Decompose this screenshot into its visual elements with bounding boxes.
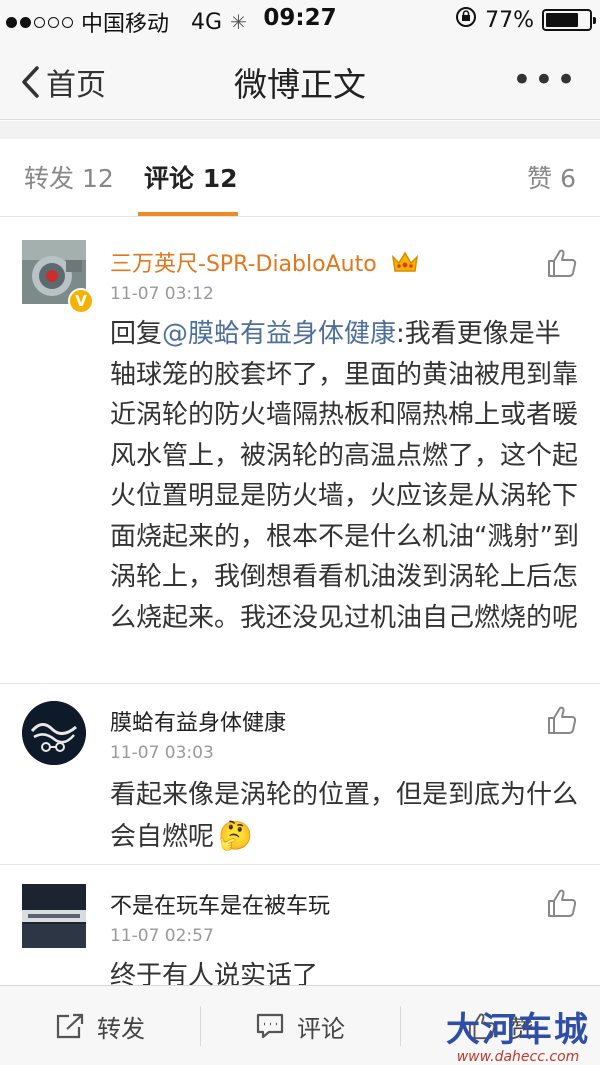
comment-time: 11-07 02:57 bbox=[110, 926, 214, 946]
status-right: 77% bbox=[455, 6, 596, 34]
thumbs-up-icon[interactable] bbox=[546, 705, 578, 735]
comment-username[interactable]: 不是在玩车是在被车玩 bbox=[110, 888, 330, 920]
comment-text: :我看更像是半轴球笼的胶套坏了，里面的黄油被甩到靠近涡轮的防火墙隔热板和隔热棉上… bbox=[110, 319, 579, 633]
comment-body: 看起来像是涡轮的位置，但是到底为什么会自燃呢 🤔 bbox=[110, 775, 580, 857]
crown-icon bbox=[390, 249, 420, 281]
comment-username[interactable]: 膜蛤有益身体健康 bbox=[110, 705, 286, 737]
verified-badge: V bbox=[68, 288, 94, 314]
thumbs-up-icon[interactable] bbox=[546, 248, 578, 278]
avatar[interactable] bbox=[22, 701, 86, 765]
comment-body: 终于有人说实话了 bbox=[110, 961, 319, 986]
avatar[interactable] bbox=[22, 884, 86, 948]
watermark-title: 大河车城 bbox=[446, 1010, 590, 1050]
status-bar: 中国移动 4G ✳ 09:27 77% bbox=[0, 0, 600, 40]
active-tab-indicator bbox=[138, 212, 238, 216]
share-icon bbox=[56, 1013, 84, 1039]
reply-prefix: 回复 bbox=[110, 319, 163, 349]
orientation-lock-icon bbox=[455, 6, 477, 34]
comment-time: 11-07 03:03 bbox=[110, 743, 214, 763]
comment-button[interactable]: 评论 bbox=[200, 986, 400, 1065]
watermark: 大河车城 www.dahecc.com bbox=[446, 1002, 590, 1065]
comment-item: 不是在玩车是在被车玩 11-07 02:57 终于有人说实话了 bbox=[0, 866, 600, 986]
repost-label: 转发 bbox=[97, 1014, 145, 1043]
section-divider bbox=[0, 121, 600, 139]
battery-percent: 77% bbox=[485, 7, 534, 33]
comment-text: 看起来像是涡轮的位置，但是到底为什么会自燃呢 bbox=[110, 780, 579, 852]
comment-icon bbox=[256, 1013, 284, 1039]
nav-bar: 首页 微博正文 ••• bbox=[0, 40, 600, 120]
username-text: 三万英尺-SPR-DiabloAuto bbox=[110, 252, 377, 277]
thinking-emoji-icon: 🤔 bbox=[218, 818, 253, 852]
page-title: 微博正文 bbox=[234, 65, 366, 104]
comment-item: V 三万英尺-SPR-DiabloAuto 11-07 03:12 回复@膜蛤有… bbox=[0, 218, 600, 684]
watermark-url: www.dahecc.com bbox=[456, 1049, 580, 1065]
comment-username[interactable]: 三万英尺-SPR-DiabloAuto bbox=[110, 246, 420, 281]
mention-link[interactable]: @膜蛤有益身体健康 bbox=[162, 319, 396, 349]
tab-repost[interactable]: 转发 12 bbox=[24, 159, 114, 195]
more-button[interactable]: ••• bbox=[512, 60, 578, 100]
thumbs-up-icon[interactable] bbox=[546, 888, 578, 918]
tab-likes[interactable]: 赞 6 bbox=[527, 159, 576, 195]
comment-body: 回复@膜蛤有益身体健康:我看更像是半轴球笼的胶套坏了，里面的黄油被甩到靠近涡轮的… bbox=[110, 314, 580, 638]
tab-comments[interactable]: 评论 12 bbox=[144, 159, 238, 195]
comment-time: 11-07 03:12 bbox=[110, 284, 214, 304]
battery-icon bbox=[542, 9, 596, 31]
detail-tabs: 转发 12 评论 12 赞 6 bbox=[0, 139, 600, 217]
comment-label: 评论 bbox=[297, 1014, 345, 1043]
repost-button[interactable]: 转发 bbox=[0, 986, 200, 1065]
comment-item: 膜蛤有益身体健康 11-07 03:03 看起来像是涡轮的位置，但是到底为什么会… bbox=[0, 685, 600, 865]
